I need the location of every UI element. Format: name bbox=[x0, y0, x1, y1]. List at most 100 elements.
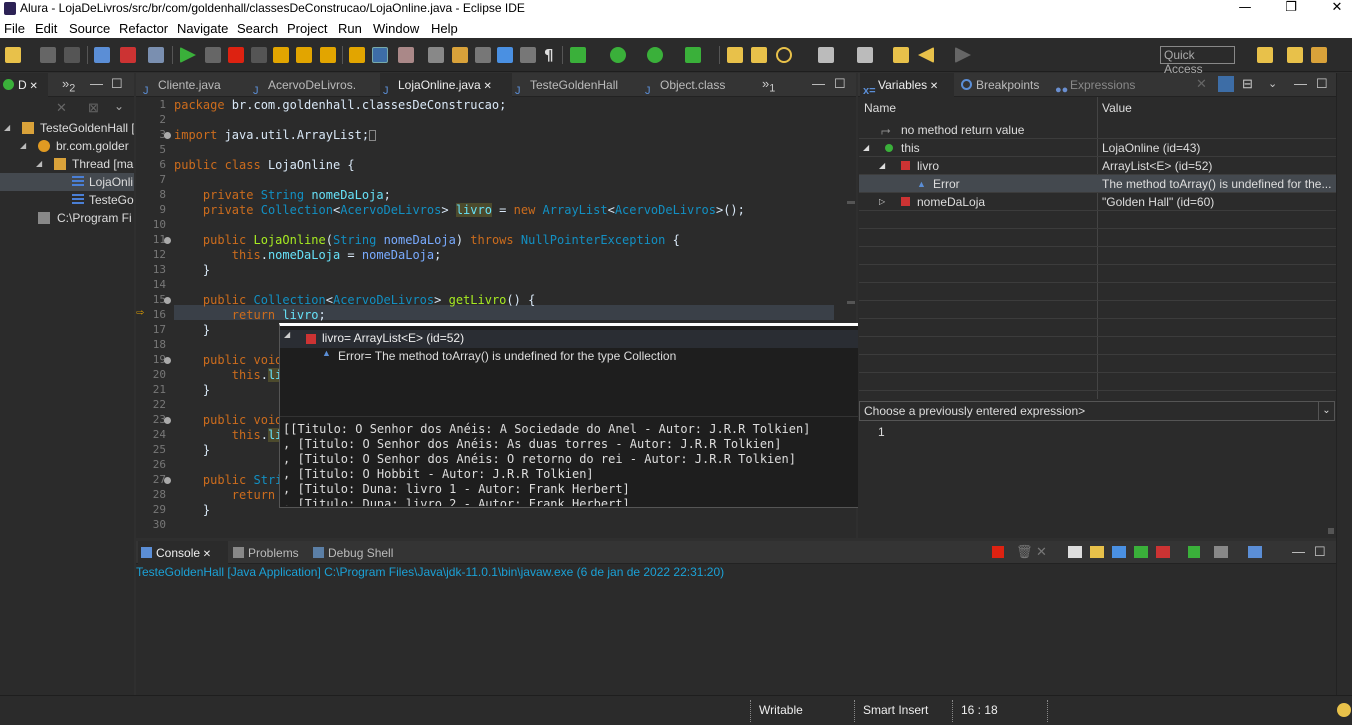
step-into-icon[interactable] bbox=[273, 47, 289, 63]
tab-expressions[interactable]: ●● Expressions bbox=[1052, 73, 1142, 97]
view-menu-icon[interactable]: ⌄ bbox=[1268, 73, 1277, 95]
pencil-icon[interactable] bbox=[452, 47, 468, 63]
debug-icon[interactable] bbox=[570, 47, 586, 63]
maximize-editor-icon[interactable]: ☐ bbox=[834, 73, 846, 95]
view-menu-icon[interactable]: ⌄ bbox=[114, 99, 124, 113]
detail-pane-text[interactable]: 1 bbox=[878, 425, 885, 439]
fold-icon[interactable] bbox=[164, 297, 171, 304]
menu-navigate[interactable]: Navigate bbox=[177, 21, 228, 36]
terminate-icon[interactable] bbox=[228, 47, 244, 63]
next-annotation-icon[interactable] bbox=[857, 47, 873, 63]
menu-project[interactable]: Project bbox=[287, 21, 327, 36]
toolbar-icon-a[interactable] bbox=[398, 47, 414, 63]
coverage-icon[interactable] bbox=[647, 47, 663, 63]
tab-variables[interactable]: x= Variables ✕ bbox=[860, 73, 954, 97]
tree-item[interactable]: ◢ br.com.golder bbox=[0, 137, 134, 155]
tree-item[interactable]: ◢ Thread [ma bbox=[0, 155, 134, 173]
maximize-view-icon[interactable]: ☐ bbox=[111, 73, 123, 95]
back-icon[interactable] bbox=[918, 47, 934, 63]
tab-console[interactable]: Console ✕ bbox=[138, 541, 228, 565]
tree-item[interactable]: C:\Program Fi bbox=[0, 209, 134, 227]
close-button[interactable]: ✕ bbox=[1314, 0, 1352, 18]
save-all-icon[interactable] bbox=[64, 47, 80, 63]
fold-icon[interactable] bbox=[164, 237, 171, 244]
variable-row[interactable]: ⮣ no method return value bbox=[859, 121, 1336, 139]
variable-row[interactable]: ◢ this LojaOnline (id=43) bbox=[859, 139, 1336, 157]
minimize-button[interactable]: — bbox=[1222, 0, 1268, 18]
fold-icon[interactable] bbox=[164, 477, 171, 484]
layout-icon[interactable] bbox=[1218, 76, 1234, 92]
tree-item[interactable]: LojaOnli bbox=[0, 173, 134, 191]
tree-item[interactable]: TesteGol bbox=[0, 191, 134, 209]
expand-arrow-icon[interactable]: ◢ bbox=[284, 330, 290, 339]
quick-access-input[interactable]: Quick Access bbox=[1160, 46, 1235, 76]
tab-object-class[interactable]: J Object.class bbox=[642, 73, 752, 97]
expand-arrow-icon[interactable]: ◢ bbox=[879, 157, 885, 175]
expression-combo[interactable]: Choose a previously entered expression> … bbox=[859, 401, 1335, 421]
show-stdout-icon[interactable] bbox=[1134, 546, 1148, 558]
save-icon[interactable] bbox=[40, 47, 56, 63]
remove-all-terminated-icon[interactable]: ✕ bbox=[1036, 541, 1047, 563]
open-package-icon[interactable] bbox=[751, 47, 767, 63]
step-return-icon[interactable] bbox=[320, 47, 336, 63]
pin-console-icon[interactable] bbox=[1188, 546, 1200, 558]
toggle-breakpoint-icon[interactable] bbox=[148, 47, 164, 63]
tab-lojaonline[interactable]: J LojaOnline.java ✕ bbox=[380, 73, 512, 97]
remove-all-icon[interactable]: ✕ bbox=[1196, 73, 1207, 95]
minimize-editor-icon[interactable]: — bbox=[812, 73, 825, 95]
menu-window[interactable]: Window bbox=[373, 21, 419, 36]
menu-edit[interactable]: Edit bbox=[35, 21, 57, 36]
hover-detail-text[interactable]: [[Titulo: O Senhor dos Anéis: A Sociedad… bbox=[283, 422, 879, 506]
word-wrap-icon[interactable] bbox=[1112, 546, 1126, 558]
search-icon[interactable] bbox=[776, 47, 792, 63]
variable-row[interactable]: ▲ Error The method toArray() is undefine… bbox=[859, 175, 1336, 193]
menu-refactor[interactable]: Refactor bbox=[119, 21, 168, 36]
new-console-icon[interactable] bbox=[1248, 546, 1262, 558]
minimize-vars-icon[interactable]: — bbox=[1294, 73, 1307, 95]
menu-help[interactable]: Help bbox=[431, 21, 458, 36]
debug-hover-popup[interactable]: ◢ livro= ArrayList<E> (id=52) ▲ Error= T… bbox=[279, 323, 880, 508]
collapse-icon[interactable]: ⊠ bbox=[88, 100, 99, 116]
maximize-console-icon[interactable]: ☐ bbox=[1314, 541, 1326, 563]
console-output[interactable] bbox=[136, 581, 1336, 695]
run-icon[interactable] bbox=[610, 47, 626, 63]
chevron-down-icon[interactable]: ⌄ bbox=[1318, 402, 1334, 420]
editor-overflow[interactable]: »1 bbox=[762, 73, 775, 100]
step-over-icon[interactable] bbox=[296, 47, 312, 63]
tab-testegoldenhall[interactable]: J TesteGoldenHall bbox=[512, 73, 642, 97]
menu-run[interactable]: Run bbox=[338, 21, 362, 36]
remove-terminated-icon[interactable]: ✕ bbox=[56, 100, 67, 116]
skip-breakpoints-icon[interactable] bbox=[120, 47, 136, 63]
tab-problems[interactable]: Problems bbox=[230, 541, 310, 565]
toolbar-icon-e[interactable] bbox=[520, 47, 536, 63]
disconnect-icon[interactable] bbox=[251, 47, 267, 63]
tab-breakpoints[interactable]: Breakpoints bbox=[958, 73, 1048, 97]
scroll-lock-icon[interactable] bbox=[1090, 546, 1104, 558]
minimize-console-icon[interactable]: — bbox=[1292, 541, 1305, 563]
tree-item[interactable]: ◢ TesteGoldenHall [ bbox=[0, 119, 134, 137]
toolbar-icon-b[interactable] bbox=[428, 47, 444, 63]
collapse-all-icon[interactable]: ⊟ bbox=[1242, 73, 1253, 95]
external-tools-icon[interactable] bbox=[685, 47, 701, 63]
notification-icon[interactable] bbox=[1337, 703, 1351, 717]
resume-icon[interactable] bbox=[180, 47, 196, 63]
fold-icon[interactable] bbox=[164, 357, 171, 364]
suspend-icon[interactable] bbox=[205, 47, 221, 63]
annotation-icon[interactable] bbox=[818, 47, 834, 63]
last-edit-icon[interactable] bbox=[893, 47, 909, 63]
use-step-filters-icon[interactable] bbox=[372, 47, 388, 63]
open-perspective-icon[interactable] bbox=[1257, 47, 1273, 63]
fold-icon[interactable] bbox=[164, 417, 171, 424]
show-whitespace-icon[interactable]: ¶ bbox=[544, 47, 560, 63]
toolbar-icon-d[interactable] bbox=[497, 47, 513, 63]
trash-icon[interactable]: 🗑 bbox=[1016, 541, 1033, 563]
open-type-icon[interactable] bbox=[94, 47, 110, 63]
new-java-project-icon[interactable] bbox=[727, 47, 743, 63]
column-header-name[interactable]: Name bbox=[864, 97, 896, 119]
forward-icon[interactable] bbox=[955, 47, 971, 63]
display-console-icon[interactable] bbox=[1214, 546, 1228, 558]
hover-child-row[interactable]: ▲ Error= The method toArray() is undefin… bbox=[280, 348, 880, 366]
tab-debug-shell[interactable]: Debug Shell bbox=[310, 541, 402, 565]
expand-arrow-icon[interactable]: ◢ bbox=[863, 139, 869, 157]
column-header-value[interactable]: Value bbox=[1102, 97, 1132, 119]
